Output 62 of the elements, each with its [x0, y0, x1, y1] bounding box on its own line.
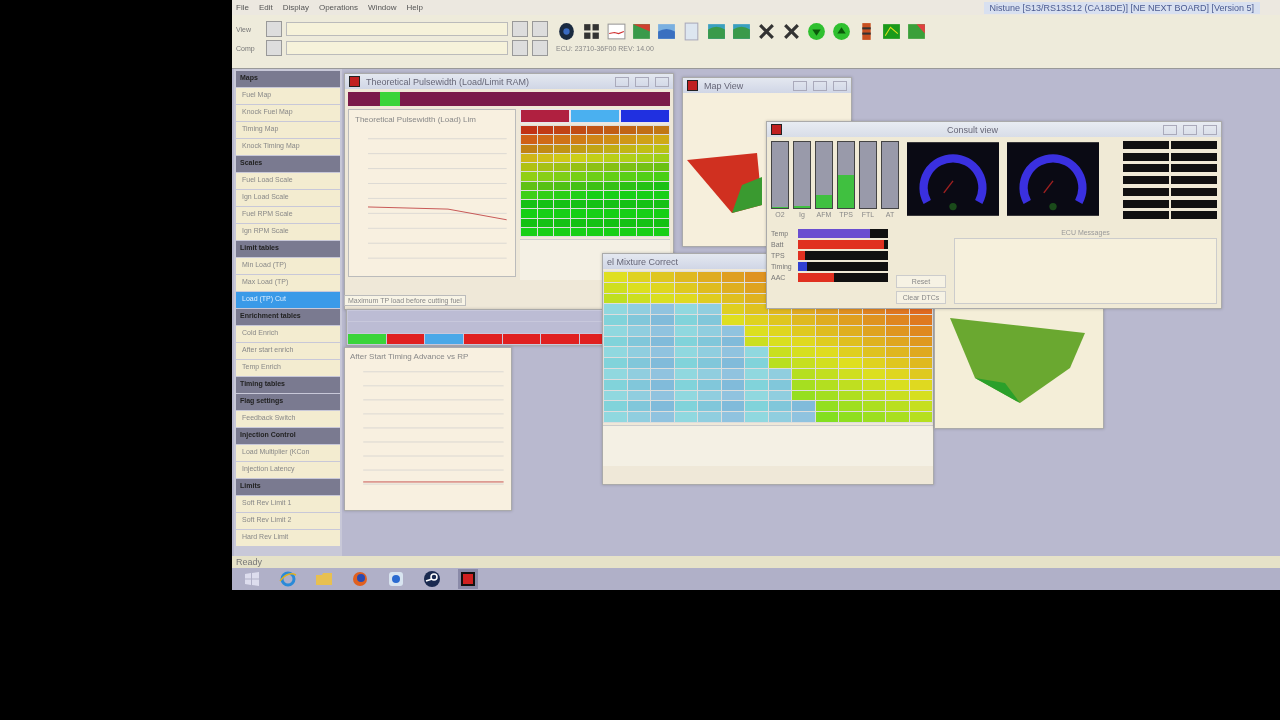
chart-icon[interactable] [906, 21, 927, 42]
menu-item[interactable]: Display [282, 3, 309, 12]
tools-icon[interactable] [781, 21, 802, 42]
tools-icon[interactable] [756, 21, 777, 42]
window-controls[interactable] [1163, 124, 1217, 135]
load-button[interactable] [512, 21, 528, 37]
window-title: el Mixture Correct [607, 256, 678, 267]
app-icon[interactable] [386, 569, 406, 589]
readout-display [1171, 152, 1217, 161]
file-dropdown[interactable] [286, 22, 508, 36]
save-button[interactable] [532, 21, 548, 37]
meter-bar [815, 141, 833, 209]
file-dropdown[interactable] [286, 41, 508, 55]
meter-bar [859, 141, 877, 209]
windows-logo-icon[interactable] [242, 569, 262, 589]
meter-bar [837, 141, 855, 209]
window-title: Map View [704, 80, 744, 91]
window-title: Consult view [946, 124, 999, 135]
menu-item[interactable]: File [236, 3, 249, 12]
status-text: Ready [236, 557, 262, 567]
chart-title: Theoretical Pulsewidth (Load) Lim [354, 114, 477, 126]
readout-display [1171, 199, 1217, 208]
window-title: Theoretical Pulsewidth (Load/Limit RAM) [366, 76, 530, 87]
readout-display [1123, 199, 1169, 208]
window-controls[interactable] [615, 76, 669, 87]
readout-display [1171, 187, 1217, 196]
readout-display [1123, 176, 1169, 185]
readout-display [1123, 187, 1169, 196]
readout-display [1123, 164, 1169, 173]
file-button[interactable] [266, 40, 282, 56]
chart-icon[interactable] [656, 21, 677, 42]
browser-icon[interactable] [278, 569, 298, 589]
readout-display [1171, 211, 1217, 220]
meter-bar [793, 141, 811, 209]
chart-title: After Start Timing Advance vs RP [349, 351, 470, 363]
menu-item[interactable]: Edit [258, 3, 273, 12]
readout-display [1171, 164, 1217, 173]
steam-icon[interactable] [422, 569, 442, 589]
readout-display [1171, 141, 1217, 149]
file-button[interactable] [266, 21, 282, 37]
app-icon [349, 76, 360, 87]
graph-icon[interactable] [606, 21, 627, 42]
readout-display [1123, 211, 1169, 220]
map-icon[interactable] [706, 21, 727, 42]
grid-icon[interactable] [581, 21, 602, 42]
readout-display [1171, 176, 1217, 185]
app-icon [687, 80, 698, 91]
window-title: Nistune [S13/RS13S12 (CA18DE)] [NE NEXT BOARD] [Version 5] [983, 1, 1260, 14]
menu-item[interactable]: Help [406, 3, 423, 12]
load-button[interactable] [512, 40, 528, 56]
map-icon[interactable] [631, 21, 652, 42]
window-controls[interactable] [793, 80, 847, 91]
app-icon[interactable] [458, 569, 478, 589]
menu-item[interactable]: Operations [318, 3, 359, 12]
readout-display [1123, 141, 1169, 149]
globe-icon[interactable] [350, 569, 370, 589]
menu-item[interactable]: Window [368, 3, 397, 12]
meter-bar [771, 141, 789, 209]
save-button[interactable] [532, 40, 548, 56]
app-icon [771, 124, 782, 135]
readout-display [1123, 152, 1169, 161]
meter-bar [881, 141, 899, 209]
